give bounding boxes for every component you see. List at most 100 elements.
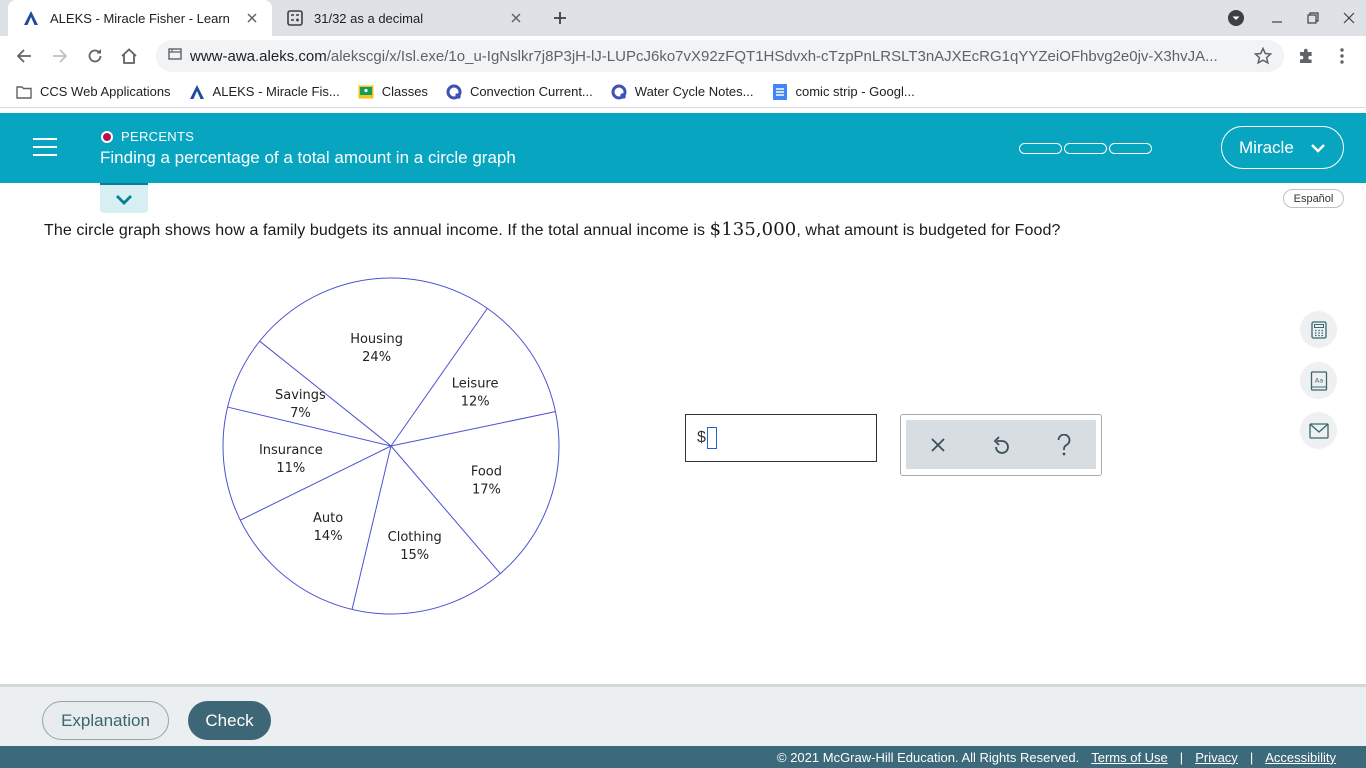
- browser-toolbar: www-awa.aleks.com/alekscgi/x/Isl.exe/1o_…: [0, 36, 1366, 76]
- url-path: /alekscgi/x/Isl.exe/1o_u-IgNslkr7j8P3jH-…: [326, 47, 1218, 65]
- extensions-icon[interactable]: [1292, 42, 1320, 70]
- espanol-button[interactable]: Español: [1283, 189, 1344, 208]
- close-tab-icon[interactable]: [508, 10, 524, 26]
- action-footer: Explanation Check: [0, 684, 1366, 746]
- bookmark-water-cycle[interactable]: Water Cycle Notes...: [611, 84, 754, 100]
- bookmark-label: ALEKS - Miracle Fis...: [212, 84, 340, 99]
- bookmark-star-icon[interactable]: [1253, 46, 1273, 70]
- slice-percent-label: 24%: [362, 350, 391, 365]
- quizizz-icon: [446, 84, 462, 100]
- close-icon: [931, 437, 945, 452]
- slice-category-label: Savings: [275, 388, 326, 403]
- bookmark-label: CCS Web Applications: [40, 84, 171, 99]
- question-text-start: The circle graph shows how a family budg…: [44, 222, 710, 239]
- slice-percent-label: 14%: [314, 529, 343, 544]
- slice-percent-label: 7%: [290, 406, 311, 421]
- calculator-icon: [286, 9, 304, 27]
- progress-segment: [1109, 143, 1152, 154]
- progress-segment: [1064, 143, 1107, 154]
- progress-segment: [1019, 143, 1062, 154]
- address-bar[interactable]: www-awa.aleks.com/alekscgi/x/Isl.exe/1o_…: [156, 40, 1284, 72]
- bookmark-ccs[interactable]: CCS Web Applications: [16, 84, 171, 100]
- new-tab-icon[interactable]: [548, 6, 572, 30]
- browser-tab-decimal[interactable]: 31/32 as a decimal: [272, 0, 536, 36]
- bookmark-label: Classes: [381, 84, 428, 99]
- slice-category-label: Housing: [350, 332, 403, 347]
- bookmark-convection[interactable]: Convection Current...: [446, 84, 593, 100]
- menu-icon[interactable]: [33, 138, 57, 158]
- site-info-icon[interactable]: [168, 47, 182, 66]
- question-text-end: , what amount is budgeted for Food?: [796, 222, 1061, 239]
- minimize-icon[interactable]: [1259, 0, 1295, 36]
- mail-icon: [1308, 422, 1329, 439]
- answer-cursor-box[interactable]: [706, 427, 717, 449]
- privacy-link[interactable]: Privacy: [1195, 750, 1238, 765]
- bookmark-classes[interactable]: Classes: [358, 84, 428, 100]
- user-menu-button[interactable]: Miracle: [1221, 126, 1344, 169]
- slice-category-label: Clothing: [388, 530, 442, 545]
- dictionary-button[interactable]: Aa: [1300, 362, 1337, 399]
- reload-icon[interactable]: [81, 42, 109, 70]
- slice-percent-label: 11%: [276, 461, 305, 476]
- slice-percent-label: 15%: [400, 548, 429, 563]
- calculator-button[interactable]: [1300, 311, 1337, 348]
- dollar-prefix: $: [697, 429, 706, 446]
- accessibility-link[interactable]: Accessibility: [1265, 750, 1336, 765]
- bookmark-aleks[interactable]: ALEKS - Miracle Fis...: [189, 84, 340, 100]
- slice-percent-label: 17%: [472, 482, 501, 497]
- check-button[interactable]: Check: [188, 701, 271, 740]
- aleks-logo-icon: [189, 84, 205, 100]
- bookmark-label: comic strip - Googl...: [795, 84, 915, 99]
- browser-tab-aleks[interactable]: ALEKS - Miracle Fisher - Learn: [8, 0, 272, 36]
- budget-pie-chart: Housing 24% Leisure 12% Food 17% Clothing 15% Au…: [222, 277, 560, 615]
- lesson-title: Finding a percentage of a total amount i…: [100, 148, 516, 167]
- topic-label: PERCENTS: [101, 129, 194, 144]
- chevron-down-icon: [1310, 143, 1325, 153]
- home-icon[interactable]: [115, 42, 143, 70]
- undo-icon: [993, 435, 1009, 454]
- bookmark-label: Water Cycle Notes...: [634, 84, 754, 99]
- close-window-icon[interactable]: [1331, 0, 1366, 36]
- restore-icon[interactable]: [1295, 0, 1331, 36]
- slice-category-label: Food: [471, 464, 502, 479]
- terms-link[interactable]: Terms of Use: [1091, 750, 1168, 765]
- close-tab-icon[interactable]: [244, 10, 260, 26]
- chevron-down-icon: [116, 194, 132, 205]
- folder-icon: [16, 84, 32, 100]
- url-host: www-awa.aleks.com: [190, 47, 327, 65]
- bookmark-comic-strip[interactable]: comic strip - Googl...: [772, 83, 915, 100]
- url-text[interactable]: www-awa.aleks.com/alekscgi/x/Isl.exe/1o_…: [190, 48, 1230, 65]
- clear-button[interactable]: [918, 425, 958, 465]
- answer-input[interactable]: $: [685, 414, 877, 462]
- aleks-header: PERCENTS Finding a percentage of a total…: [0, 113, 1366, 183]
- quizizz-icon: [611, 84, 627, 100]
- collapse-header-button[interactable]: [100, 183, 148, 213]
- docs-icon: [772, 83, 788, 100]
- question-amount: $135,000: [709, 219, 797, 240]
- back-icon[interactable]: [10, 42, 38, 70]
- slice-category-label: Insurance: [259, 443, 323, 458]
- svg-text:Aa: Aa: [1314, 376, 1322, 384]
- topic-text: PERCENTS: [121, 129, 195, 144]
- forward-icon[interactable]: [46, 42, 74, 70]
- aleks-logo-icon: [22, 9, 40, 27]
- help-icon: [1057, 433, 1071, 455]
- tab-title: ALEKS - Miracle Fisher - Learn: [50, 10, 230, 26]
- browser-tab-bar: ALEKS - Miracle Fisher - Learn 31/32 as …: [0, 0, 1366, 36]
- dictionary-icon: Aa: [1310, 370, 1327, 391]
- more-menu-icon[interactable]: [1328, 42, 1356, 70]
- copyright-bar: © 2021 McGraw-Hill Education. All Rights…: [0, 746, 1366, 768]
- undo-button[interactable]: [981, 425, 1021, 465]
- bookmark-label: Convection Current...: [469, 84, 593, 99]
- help-button[interactable]: [1044, 425, 1084, 465]
- user-name: Miracle: [1239, 137, 1294, 157]
- slice-percent-label: 12%: [461, 395, 490, 410]
- message-button[interactable]: [1300, 412, 1337, 449]
- slice-category-label: Leisure: [452, 377, 499, 392]
- bookmarks-bar: CCS Web Applications ALEKS - Miracle Fis…: [0, 76, 1366, 108]
- tab-title: 31/32 as a decimal: [314, 10, 424, 26]
- slice-category-label: Auto: [313, 511, 343, 526]
- explanation-button[interactable]: Explanation: [42, 701, 169, 740]
- profile-menu-icon[interactable]: [1218, 0, 1254, 36]
- calculator-icon: [1310, 320, 1327, 339]
